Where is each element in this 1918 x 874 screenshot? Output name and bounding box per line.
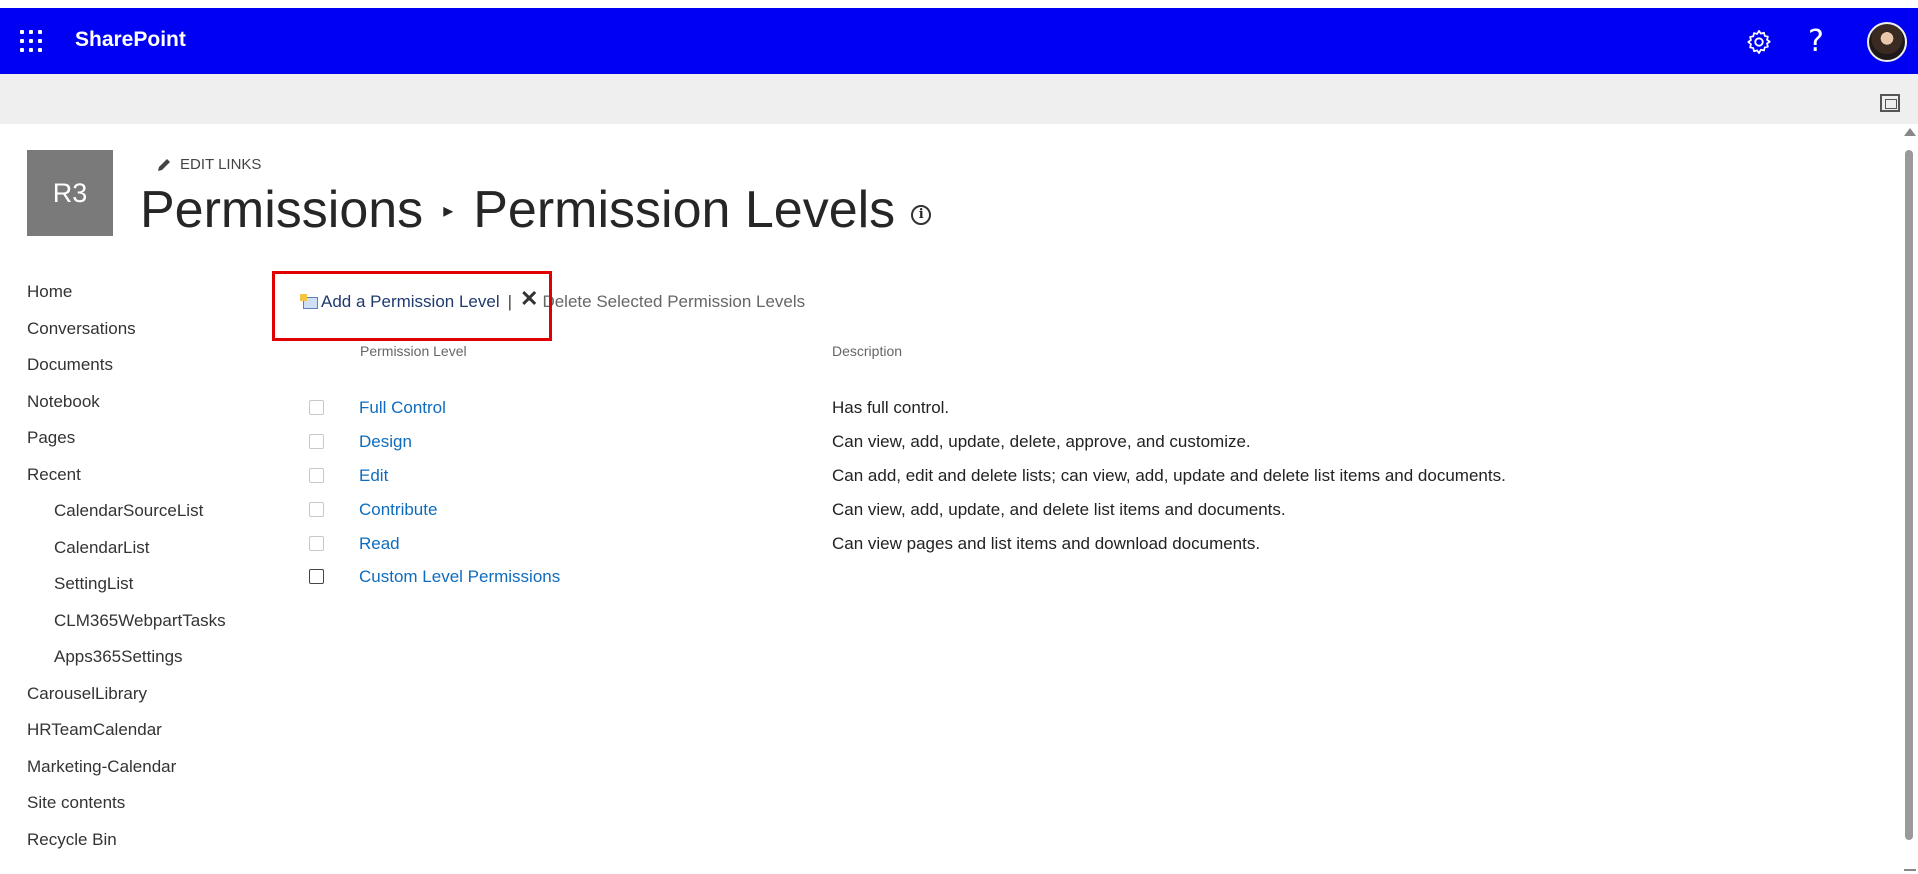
sidebar-item-calendarsourcelist[interactable]: CalendarSourceList (27, 499, 226, 536)
sidebar-item-apps365settings[interactable]: Apps365Settings (27, 645, 226, 682)
sidebar-item-site-contents[interactable]: Site contents (27, 791, 226, 828)
delete-permission-levels-button[interactable]: Delete Selected Permission Levels (542, 292, 805, 312)
pencil-icon (158, 158, 170, 171)
sidebar-item-notebook[interactable]: Notebook (27, 390, 226, 427)
scroll-up-arrow-icon[interactable] (1904, 128, 1916, 136)
permission-description: Can view, add, update, and delete list i… (832, 500, 1286, 519)
breadcrumb-parent[interactable]: Permissions (140, 180, 423, 240)
row-checkbox[interactable] (309, 569, 324, 584)
row-checkbox[interactable] (309, 536, 324, 551)
scroll-down-arrow-icon[interactable] (1904, 869, 1916, 871)
sidebar-item-calendarlist[interactable]: CalendarList (27, 536, 226, 573)
permission-description: Has full control. (832, 398, 950, 417)
column-header-permission-level[interactable]: Permission Level (360, 343, 467, 359)
scroll-thumb[interactable] (1905, 150, 1913, 840)
sidebar-item-settinglist[interactable]: SettingList (27, 572, 226, 609)
edit-links-label: EDIT LINKS (180, 156, 262, 173)
row-checkbox[interactable] (309, 400, 324, 415)
app-brand[interactable]: SharePoint (75, 28, 186, 52)
add-permission-level-button[interactable]: Add a Permission Level (300, 292, 500, 312)
permission-description: Can add, edit and delete lists; can view… (832, 466, 1506, 485)
row-checkbox[interactable] (309, 502, 324, 517)
toolbar-separator: | (507, 292, 513, 311)
suite-bar: SharePoint ? (0, 0, 1918, 74)
sidebar-item-pages[interactable]: Pages (27, 426, 226, 463)
sidebar-item-clm365webparttasks[interactable]: CLM365WebpartTasks (27, 609, 226, 646)
permission-level-link[interactable]: Contribute (359, 500, 437, 520)
breadcrumb-current: Permission Levels (473, 181, 896, 239)
permission-level-link[interactable]: Read (359, 534, 400, 554)
sidebar-item-marketing-calendar[interactable]: Marketing-Calendar (27, 755, 226, 792)
permission-level-link[interactable]: Edit (359, 466, 388, 486)
sidebar-item-home[interactable]: Home (27, 280, 226, 317)
help-icon[interactable]: ? (1808, 24, 1824, 59)
page-title: Permissions ▸ Permission Levels i (140, 180, 932, 240)
avatar[interactable] (1867, 22, 1907, 62)
sidebar-item-recent[interactable]: Recent (27, 463, 226, 500)
breadcrumb-separator: ▸ (443, 199, 454, 222)
permission-description: Can view pages and list items and downlo… (832, 534, 1261, 553)
permission-toolbar: Add a Permission Level | ✕ Delete Select… (300, 286, 805, 312)
row-checkbox[interactable] (309, 434, 324, 449)
delete-icon[interactable]: ✕ (520, 286, 538, 312)
edit-links-button[interactable]: EDIT LINKS (156, 156, 261, 173)
row-checkbox[interactable] (309, 468, 324, 483)
site-logo[interactable]: R3 (27, 150, 113, 236)
gear-icon[interactable] (1745, 28, 1773, 56)
permission-description: Can view, add, update, delete, approve, … (832, 432, 1251, 451)
vertical-scrollbar[interactable] (1900, 124, 1918, 874)
permission-level-link[interactable]: Full Control (359, 398, 446, 418)
sidebar-item-documents[interactable]: Documents (27, 353, 226, 390)
waffle-icon[interactable] (20, 30, 44, 54)
permission-level-link[interactable]: Custom Level Permissions (359, 567, 560, 587)
sidebar-item-recycle-bin[interactable]: Recycle Bin (27, 828, 226, 865)
focus-mode-icon[interactable] (1880, 94, 1900, 112)
permission-level-link[interactable]: Design (359, 432, 412, 452)
add-list-icon (300, 294, 318, 310)
sidebar-item-carousellibrary[interactable]: CarouselLibrary (27, 682, 226, 719)
sidebar-item-hrteamcalendar[interactable]: HRTeamCalendar (27, 718, 226, 755)
column-header-description[interactable]: Description (832, 343, 902, 359)
command-bar (0, 74, 1918, 124)
quick-launch-nav: Home Conversations Documents Notebook Pages R… (27, 280, 226, 864)
sidebar-item-conversations[interactable]: Conversations (27, 317, 226, 354)
info-icon[interactable]: i (911, 205, 932, 225)
add-permission-level-label: Add a Permission Level (321, 292, 500, 311)
